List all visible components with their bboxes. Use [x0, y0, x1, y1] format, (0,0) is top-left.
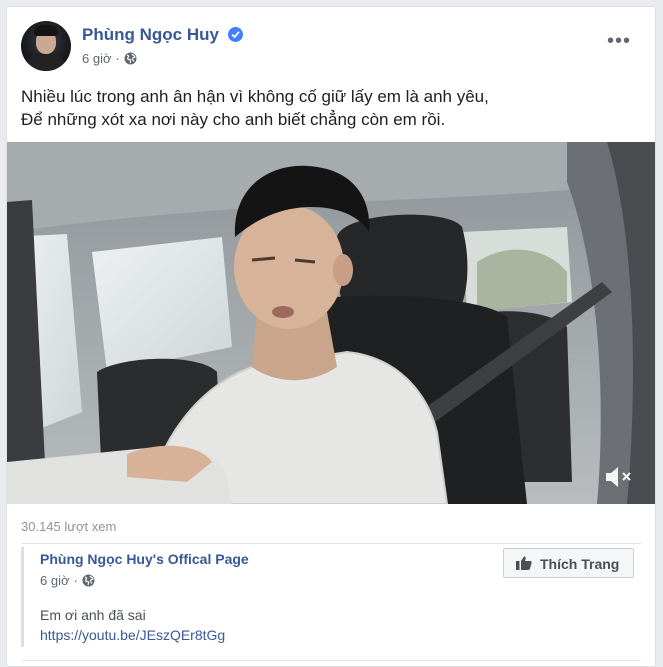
post-time[interactable]: 6 giờ	[82, 51, 112, 66]
speaker-muted-icon[interactable]	[603, 464, 635, 490]
globe-icon[interactable]	[124, 52, 137, 65]
view-count: 30.145 lượt xem	[21, 519, 117, 534]
video-player[interactable]	[7, 142, 655, 504]
divider	[21, 660, 641, 661]
more-options-icon[interactable]: •••	[607, 31, 631, 51]
divider	[21, 543, 641, 544]
post-text-line: Để những xót xa nơi này cho anh biết chẳ…	[21, 110, 446, 129]
shared-meta: 6 giờ ·	[40, 573, 95, 588]
globe-icon[interactable]	[82, 574, 95, 587]
facebook-post: Phùng Ngọc Huy 6 giờ · ••• Nhiều lúc tron…	[6, 6, 656, 667]
shared-link[interactable]: https://youtu.be/JEszQEr8tGg	[40, 627, 225, 643]
meta-separator: ·	[115, 51, 120, 66]
post-text-line: Nhiều lúc trong anh ân hận vì không cố g…	[21, 87, 489, 106]
author-avatar[interactable]	[21, 21, 71, 71]
shared-page-name[interactable]: Phùng Ngọc Huy's Offical Page	[40, 551, 249, 567]
like-page-button[interactable]: Thích Trang	[503, 548, 634, 578]
thumbs-up-icon	[516, 556, 532, 573]
shared-message: Em ơi anh đã sai	[40, 607, 146, 623]
meta-separator: ·	[73, 573, 78, 588]
video-frame-illustration	[7, 142, 655, 504]
post-header: Phùng Ngọc Huy 6 giờ · •••	[21, 21, 641, 73]
author-name[interactable]: Phùng Ngọc Huy	[82, 25, 243, 45]
like-page-label: Thích Trang	[540, 556, 620, 572]
verified-badge-icon	[227, 27, 243, 42]
post-text: Nhiều lúc trong anh ân hận vì không cố g…	[21, 85, 641, 131]
post-meta: 6 giờ ·	[82, 51, 137, 66]
author-name-text[interactable]: Phùng Ngọc Huy	[82, 25, 219, 44]
shared-time[interactable]: 6 giờ	[40, 573, 70, 588]
